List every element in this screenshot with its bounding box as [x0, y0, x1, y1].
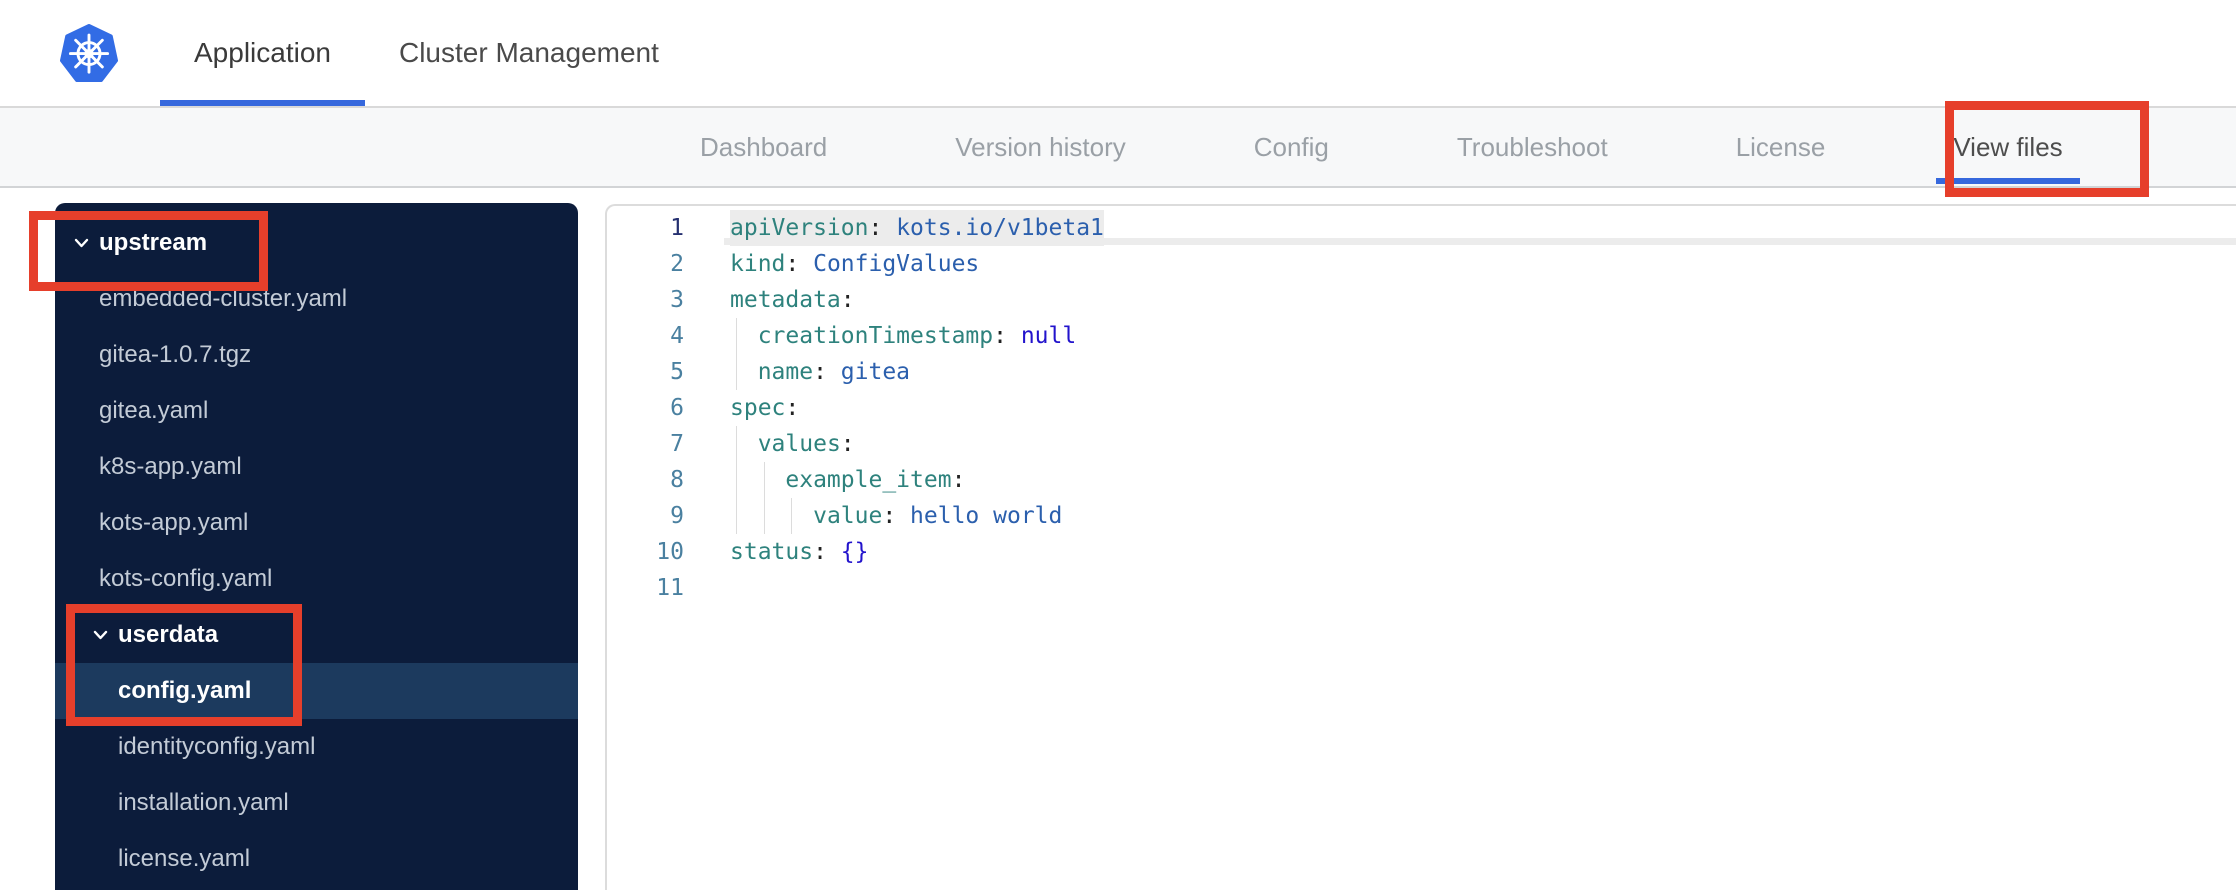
tree-item-k8s-app.yaml[interactable]: k8s-app.yaml: [55, 439, 578, 495]
tab-dashboard[interactable]: Dashboard: [700, 108, 827, 186]
line-number: 5: [670, 359, 684, 385]
code-text: kind: ConfigValues: [730, 251, 980, 277]
top-navbar: Application Cluster Management: [0, 0, 2236, 108]
tree-item-kots-config.yaml[interactable]: kots-config.yaml: [55, 551, 578, 607]
tree-item-label: upstream: [99, 229, 208, 256]
code-text: values:: [757, 431, 855, 457]
line-number: 8: [670, 467, 684, 493]
tree-item-gitea.yaml[interactable]: gitea.yaml: [55, 383, 578, 439]
tree-item-label: kots-app.yaml: [99, 509, 249, 536]
code-text: spec:: [730, 395, 800, 421]
tab-application-label: Application: [194, 37, 331, 68]
tree-item-license.yaml[interactable]: license.yaml: [55, 831, 578, 887]
tree-item-gitea-1.0.7.tgz[interactable]: gitea-1.0.7.tgz: [55, 327, 578, 383]
chevron-down-icon: [74, 238, 89, 248]
tree-item-installation.yaml[interactable]: installation.yaml: [55, 775, 578, 831]
line-number: 10: [656, 539, 684, 565]
tree-item-embedded-cluster.yaml[interactable]: embedded-cluster.yaml: [55, 271, 578, 327]
line-number: 4: [670, 323, 684, 349]
tree-item-label: gitea-1.0.7.tgz: [99, 341, 252, 368]
code-line[interactable]: 2 kind: ConfigValues: [607, 246, 2236, 282]
tab-dashboard-label: Dashboard: [700, 131, 828, 162]
code-text: metadata:: [730, 287, 855, 313]
tree-item-label: identityconfig.yaml: [118, 733, 316, 760]
code-line[interactable]: 7 values:: [607, 426, 2236, 462]
tree-item-config.yaml[interactable]: config.yaml: [55, 663, 578, 719]
code-text: creationTimestamp: null: [757, 323, 1077, 349]
app-subnav: Dashboard Version history Config Trouble…: [0, 108, 2236, 188]
line-number: 2: [670, 251, 684, 277]
chevron-down-icon: [93, 630, 108, 640]
tree-item-label: license.yaml: [118, 845, 251, 872]
tab-cluster-management[interactable]: Cluster Management: [365, 0, 693, 106]
tree-item-kots-app.yaml[interactable]: kots-app.yaml: [55, 495, 578, 551]
tab-license[interactable]: License: [1736, 108, 1826, 186]
kots-admin-console: { "header": { "tabs": [ {"label": "Appli…: [0, 0, 2236, 890]
view-files-content: upstream embedded-cluster.yaml gitea-1.0.7…: [0, 190, 2236, 890]
tree-item-identityconfig.yaml[interactable]: identityconfig.yaml: [55, 719, 578, 775]
tab-troubleshoot-label: Troubleshoot: [1456, 131, 1608, 162]
tab-application[interactable]: Application: [160, 0, 365, 106]
tree-item-label: gitea.yaml: [99, 397, 209, 424]
tree-item-userdata[interactable]: userdata: [55, 607, 578, 663]
tree-item-label: k8s-app.yaml: [99, 453, 242, 480]
tab-troubleshoot[interactable]: Troubleshoot: [1457, 108, 1608, 186]
code-editor[interactable]: 1 apiVersion: kots.io/v1beta1 2 kind: Confi…: [605, 204, 2236, 890]
line-number: 3: [670, 287, 684, 313]
file-tree: upstream embedded-cluster.yaml gitea-1.0.7…: [55, 203, 578, 890]
code-text: apiVersion: kots.io/v1beta1: [730, 210, 1104, 246]
code-text: status: {}: [730, 539, 869, 565]
tree-item-label: installation.yaml: [118, 789, 289, 816]
code-line[interactable]: 9 value: hello world: [607, 498, 2236, 534]
code-line[interactable]: 11: [607, 570, 2236, 606]
tab-config-label: Config: [1253, 131, 1329, 162]
code-line[interactable]: 8 example_item:: [607, 462, 2236, 498]
tab-view-files[interactable]: View files: [1936, 108, 2081, 186]
top-nav-tabs: Application Cluster Management: [160, 0, 693, 106]
code-line[interactable]: 5 name: gitea: [607, 354, 2236, 390]
code-line[interactable]: 4 creationTimestamp: null: [607, 318, 2236, 354]
line-number: 7: [670, 431, 684, 457]
line-number: 1: [670, 215, 684, 241]
tree-item-upstream[interactable]: upstream: [55, 215, 578, 271]
tree-item-label: config.yaml: [118, 677, 252, 704]
code-text: name: gitea: [757, 359, 911, 385]
code-text: example_item:: [785, 467, 966, 493]
line-number: 11: [656, 575, 684, 601]
code-line[interactable]: 1 apiVersion: kots.io/v1beta1: [607, 210, 2236, 246]
line-number: 9: [670, 503, 684, 529]
tree-item-label: userdata: [118, 621, 219, 648]
tab-config[interactable]: Config: [1254, 108, 1329, 186]
tab-version-history-label: Version history: [955, 131, 1126, 162]
tab-license-label: License: [1735, 131, 1826, 162]
tree-item-label: kots-config.yaml: [99, 565, 273, 592]
code-text: value: hello world: [813, 503, 1063, 529]
line-number: 6: [670, 395, 684, 421]
code-line[interactable]: 6 spec:: [607, 390, 2236, 426]
tree-item-label: embedded-cluster.yaml: [99, 285, 348, 312]
kubernetes-logo: [60, 22, 118, 84]
tab-cluster-management-label: Cluster Management: [398, 37, 659, 68]
tab-view-files-label: View files: [1953, 131, 2063, 162]
code-line[interactable]: 3 metadata:: [607, 282, 2236, 318]
tab-version-history[interactable]: Version history: [955, 108, 1126, 186]
code-line[interactable]: 10 status: {}: [607, 534, 2236, 570]
